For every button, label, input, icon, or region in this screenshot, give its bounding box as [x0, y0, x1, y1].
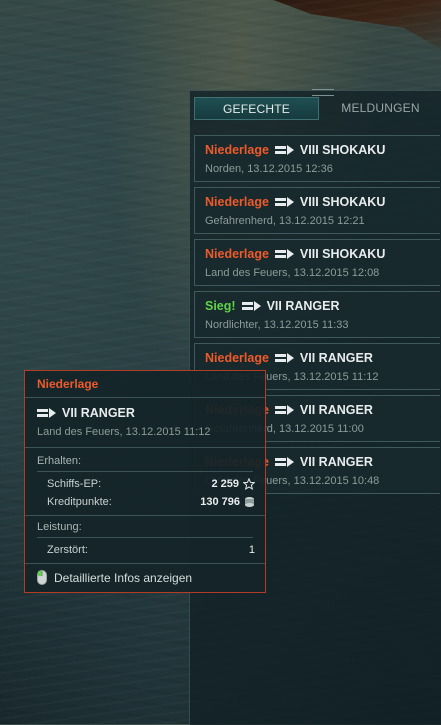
tooltip-result: Niederlage — [37, 377, 99, 391]
ship-class-icon — [37, 408, 56, 418]
entry-ship: VII RANGER — [299, 403, 373, 417]
battle-entry[interactable]: Niederlage VIII SHOKAKU Norden, 13.12.2015… — [194, 135, 440, 182]
entry-ship: VIII SHOKAKU — [299, 247, 386, 261]
details-link[interactable]: Detaillierte Infos anzeigen — [37, 570, 192, 585]
xp-value: 2 259 — [211, 478, 239, 490]
ship-class-icon — [274, 405, 294, 415]
ship-class-icon — [274, 457, 294, 467]
divider — [25, 397, 265, 398]
battle-entry[interactable]: Niederlage VIII SHOKAKU Gefahrenherd, 13.1… — [194, 187, 440, 234]
ship-class-icon — [241, 301, 261, 311]
credits-row: Kreditpunkte: 130 796 — [47, 496, 255, 508]
divider — [25, 563, 265, 564]
entry-details: Nordlichter, 13.12.2015 11:33 — [205, 319, 349, 331]
coins-icon — [244, 496, 255, 508]
entry-details: Norden, 13.12.2015 12:36 — [205, 163, 333, 175]
divider — [25, 447, 265, 448]
panel-tabs: GEFECHTE MELDUNGEN — [194, 97, 441, 120]
tab-gefechte[interactable]: GEFECHTE — [194, 97, 319, 120]
ship-class-icon — [274, 197, 294, 207]
tooltip-ship-name: VII RANGER — [62, 406, 135, 420]
entry-ship: VIII SHOKAKU — [299, 195, 386, 209]
credits-value: 130 796 — [200, 496, 240, 508]
mouse-icon — [37, 570, 47, 585]
entry-result: Niederlage — [205, 143, 269, 157]
entry-title: Niederlage VIII SHOKAKU — [205, 143, 385, 157]
entry-title: Niederlage VII RANGER — [205, 351, 373, 365]
panel-drag-handle[interactable] — [312, 89, 334, 96]
entry-details: Land des Feuers, 13.12.2015 12:08 — [205, 267, 380, 279]
credits-label: Kreditpunkte: — [47, 496, 112, 508]
battle-tooltip: Niederlage VII RANGER Land des Feuers, 1… — [24, 370, 266, 593]
entry-result: Niederlage — [205, 247, 269, 261]
details-link-label: Detaillierte Infos anzeigen — [54, 570, 193, 585]
divider — [37, 471, 253, 472]
tooltip-details: Land des Feuers, 13.12.2015 11:12 — [37, 426, 211, 438]
destroyed-value: 1 — [248, 544, 255, 556]
entry-ship: VII RANGER — [266, 299, 340, 313]
received-label: Erhalten: — [37, 455, 82, 467]
entry-result: Niederlage — [205, 195, 269, 209]
destroyed-row: Zerstört: 1 — [47, 544, 255, 556]
entry-result: Niederlage — [205, 351, 269, 365]
star-icon — [243, 478, 255, 490]
entry-details: Gefahrenherd, 13.12.2015 12:21 — [205, 215, 365, 227]
ship-class-icon — [274, 145, 294, 155]
entry-ship: VII RANGER — [299, 455, 373, 469]
xp-row: Schiffs-EP: 2 259 — [47, 478, 255, 490]
ship-class-icon — [274, 353, 294, 363]
destroyed-label: Zerstört: — [47, 544, 88, 556]
tooltip-ship: VII RANGER — [37, 406, 135, 420]
entry-title: Niederlage VIII SHOKAKU — [205, 247, 385, 261]
divider — [25, 515, 265, 516]
battle-entry[interactable]: Sieg! VII RANGER Nordlichter, 13.12.2015 1… — [194, 291, 440, 338]
entry-result: Sieg! — [205, 299, 236, 313]
xp-label: Schiffs-EP: — [47, 478, 102, 490]
battle-entry[interactable]: Niederlage VIII SHOKAKU Land des Feuers, 1… — [194, 239, 440, 286]
performance-label: Leistung: — [37, 521, 82, 533]
entry-ship: VIII SHOKAKU — [299, 143, 386, 157]
entry-title: Niederlage VIII SHOKAKU — [205, 195, 385, 209]
tab-meldungen[interactable]: MELDUNGEN — [319, 97, 441, 120]
entry-ship: VII RANGER — [299, 351, 373, 365]
ship-class-icon — [274, 249, 294, 259]
divider — [37, 537, 253, 538]
entry-title: Sieg! VII RANGER — [205, 299, 340, 313]
